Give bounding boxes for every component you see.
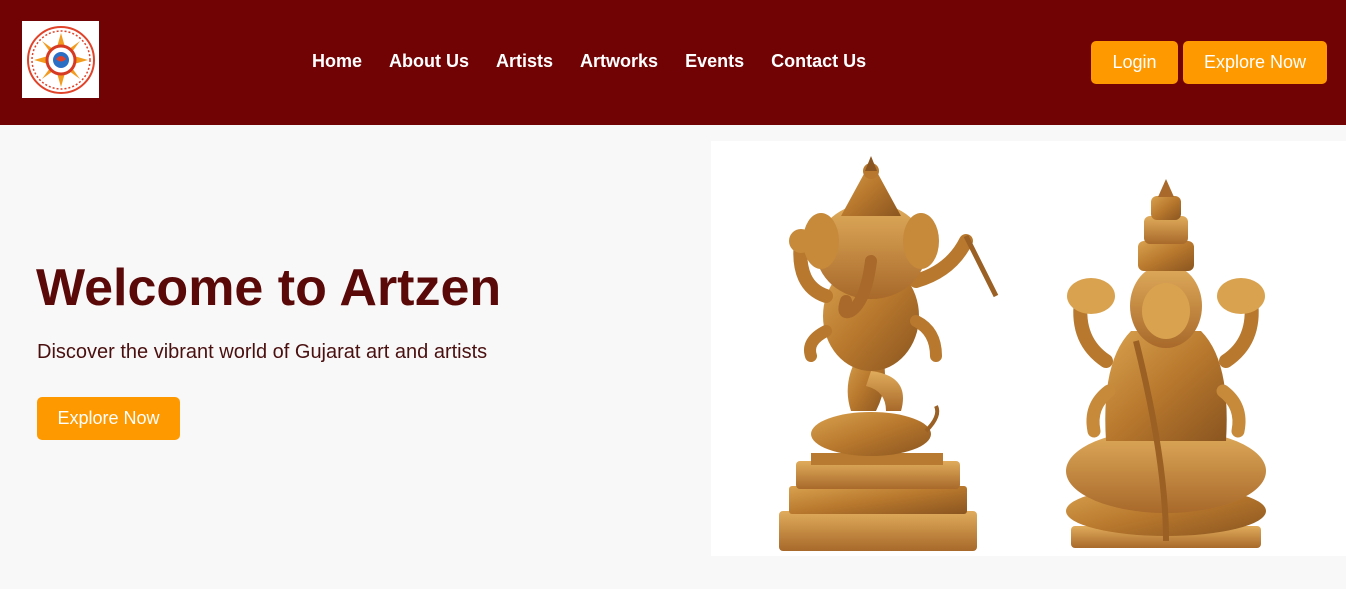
nav-events[interactable]: Events [685, 50, 744, 72]
nav-artists[interactable]: Artists [496, 50, 553, 72]
login-button[interactable]: Login [1091, 41, 1178, 84]
hero-explore-button[interactable]: Explore Now [37, 397, 180, 440]
nav-about-us[interactable]: About Us [389, 50, 469, 72]
statues-illustration [779, 156, 1266, 551]
header-explore-button[interactable]: Explore Now [1183, 41, 1327, 84]
hero-image [711, 141, 1346, 556]
main-nav: Home About Us Artists Artworks Events Co… [312, 50, 893, 72]
mandala-logo-icon [26, 25, 95, 94]
nav-artworks[interactable]: Artworks [580, 50, 658, 72]
site-header: Home About Us Artists Artworks Events Co… [0, 0, 1346, 125]
nav-contact-us[interactable]: Contact Us [771, 50, 866, 72]
site-logo[interactable] [22, 21, 99, 98]
ganesha-statue [779, 156, 999, 551]
hero-subtitle: Discover the vibrant world of Gujarat ar… [37, 341, 488, 363]
nav-home[interactable]: Home [312, 50, 362, 72]
hero-title: Welcome to Artzen [36, 259, 502, 317]
lakshmi-statue [1066, 179, 1266, 548]
